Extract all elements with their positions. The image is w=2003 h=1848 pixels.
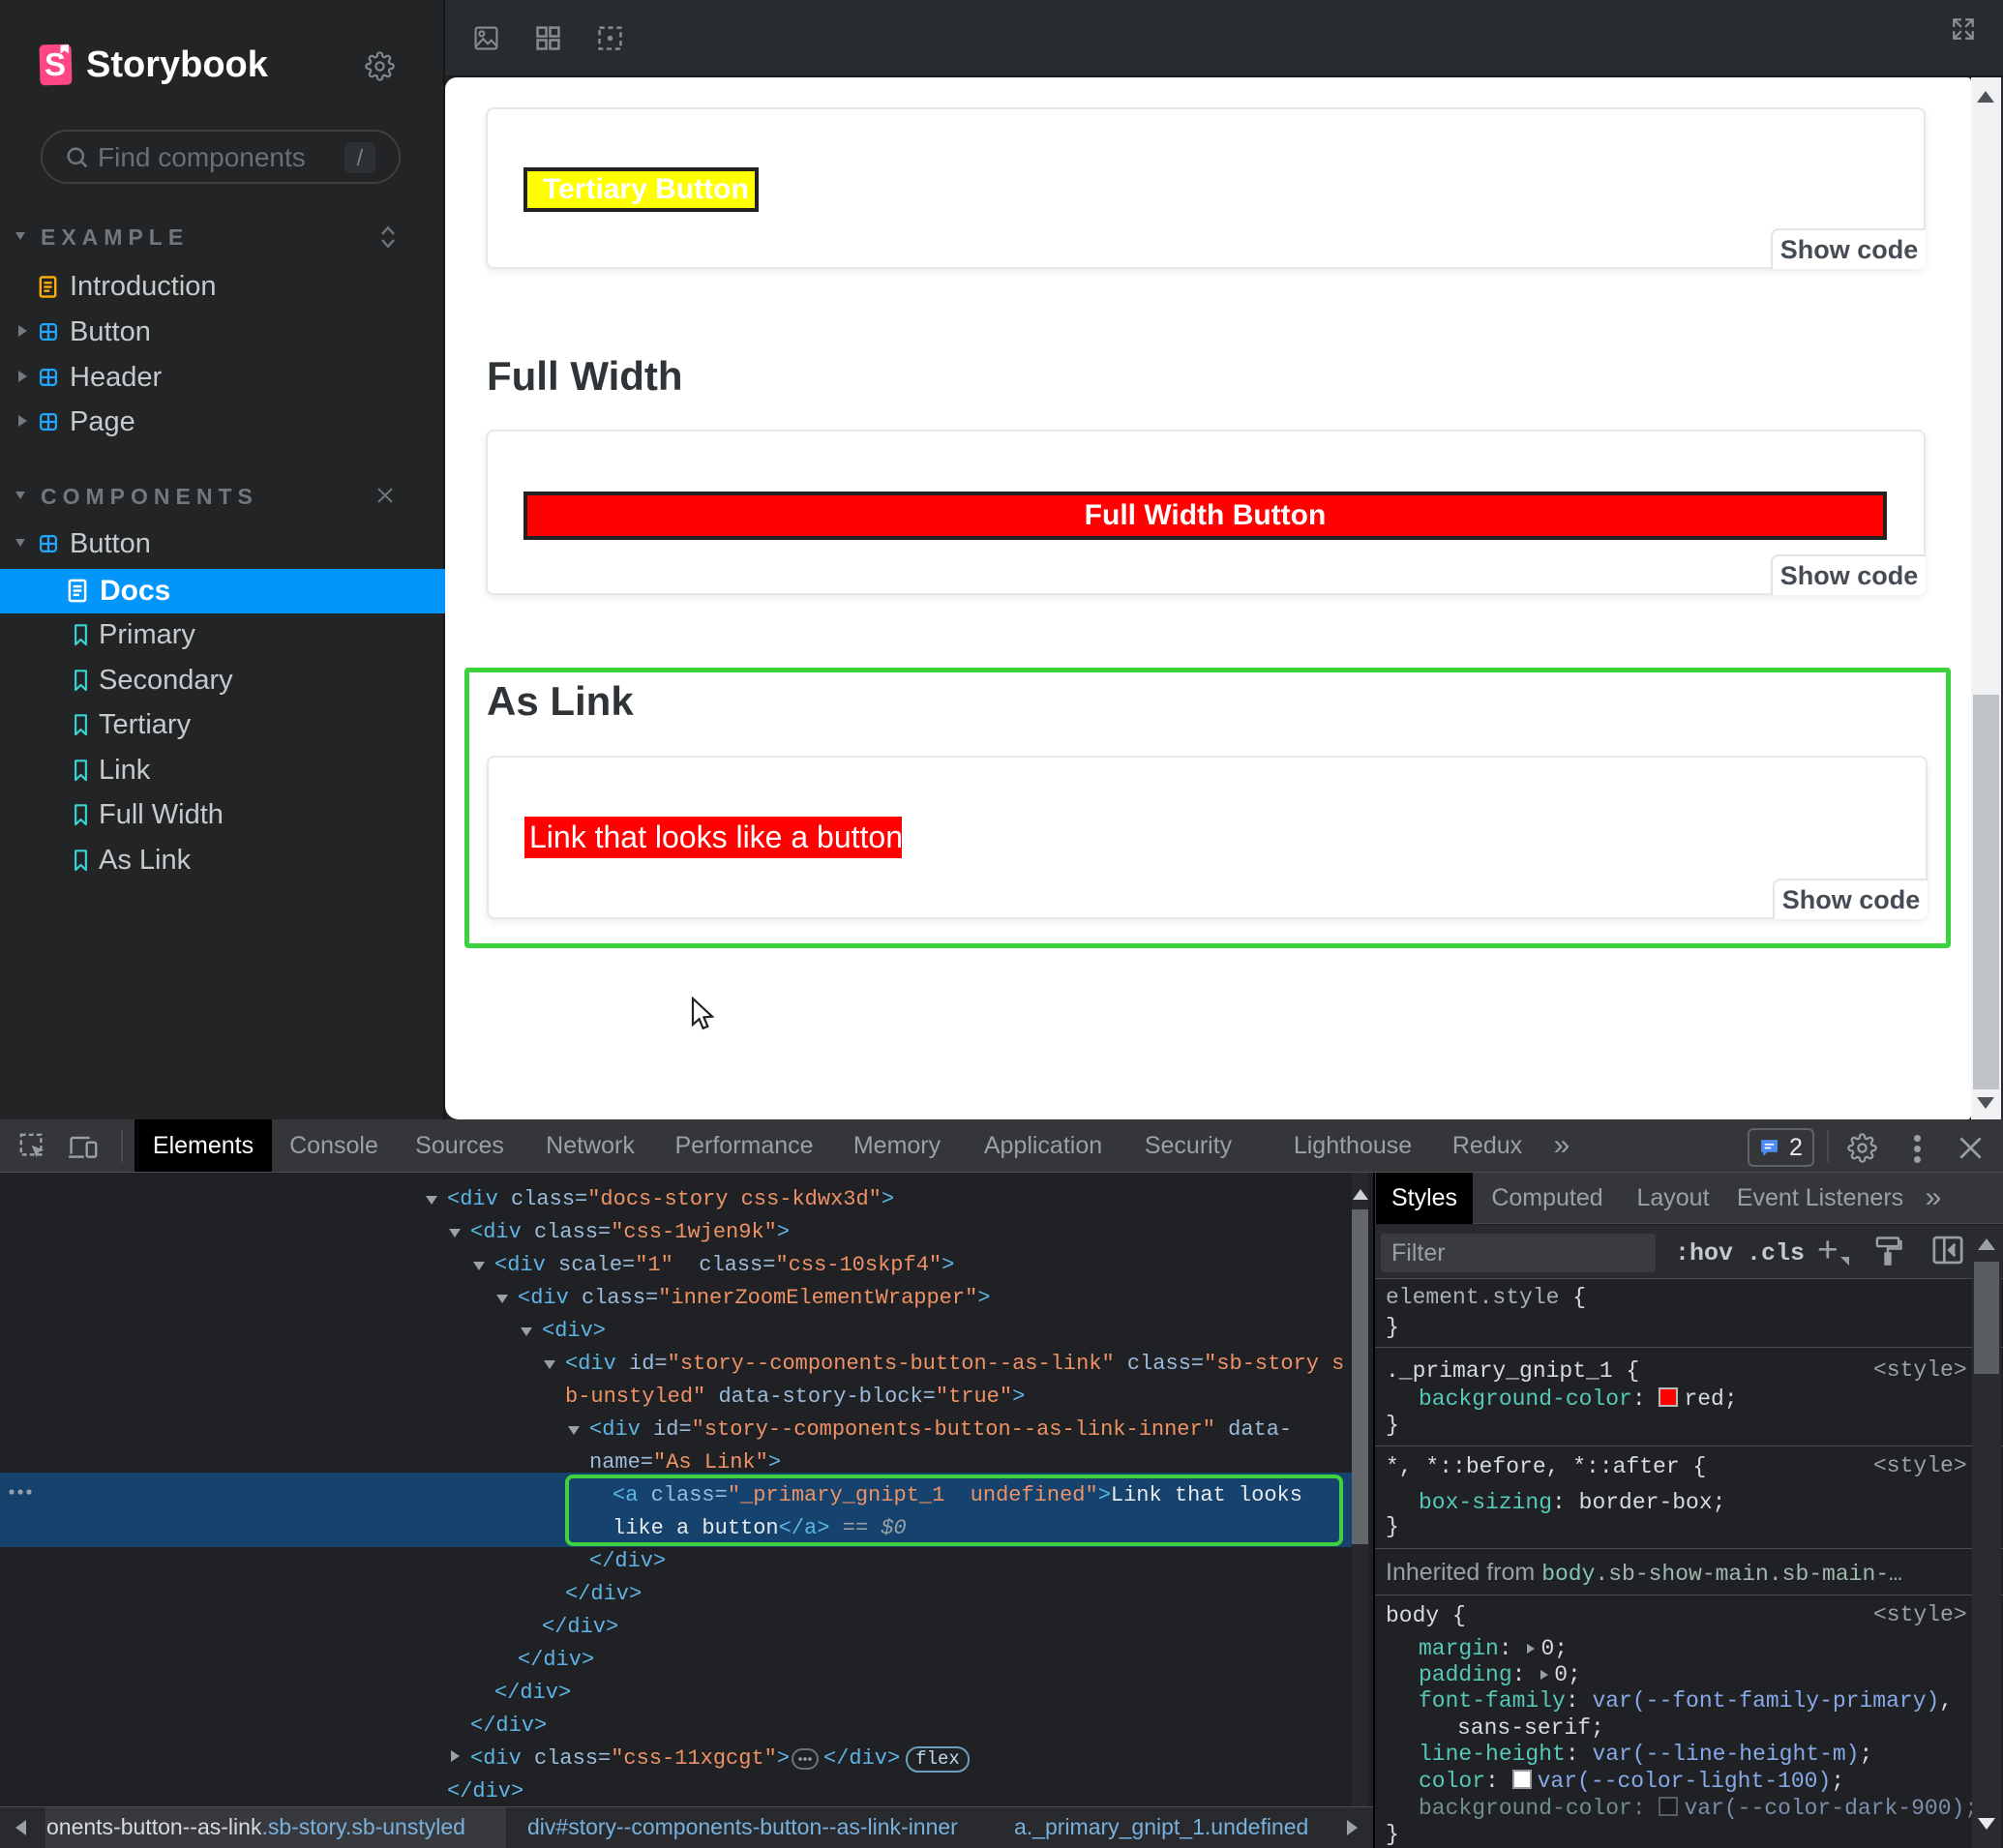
svg-text:S: S: [45, 46, 66, 82]
